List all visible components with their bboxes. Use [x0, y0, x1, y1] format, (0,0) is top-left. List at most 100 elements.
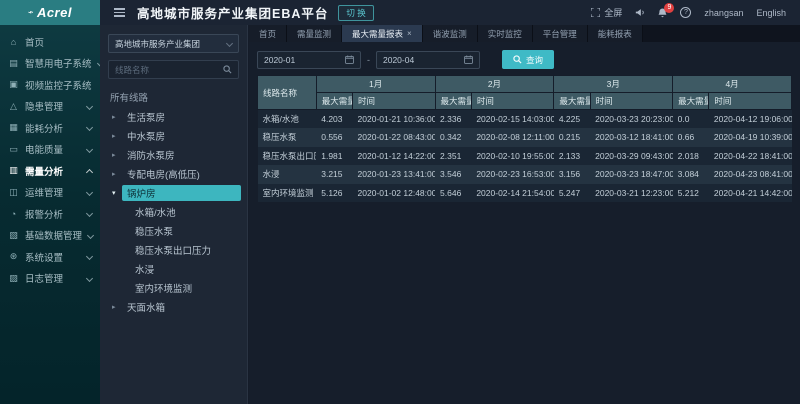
cell-max-demand: 1.981	[316, 147, 352, 166]
user-menu[interactable]: zhangsan	[704, 8, 743, 18]
tab-max-demand-report[interactable]: 最大需量报表 ×	[342, 25, 423, 42]
query-filters: 2020-01 - 2020-04 查询	[257, 50, 792, 69]
cell-time: 2020-02-08 12:11:00	[471, 128, 554, 147]
cell-max-demand: 0.0	[673, 110, 709, 129]
cell-time: 2020-03-23 20:23:00	[590, 110, 673, 129]
caret-down-icon: ▾	[112, 189, 122, 197]
chevron-down-icon	[86, 275, 93, 282]
language-switcher[interactable]: English	[756, 8, 786, 18]
organization-selector-value: 高地城市服务产业集团	[115, 38, 200, 50]
tree-node-reclaimed-pump-room[interactable]: ▸中水泵房	[100, 126, 247, 145]
alarm-bell-icon: ◔	[8, 209, 19, 219]
tree-node-label: 天面水箱	[122, 299, 170, 315]
help-icon: ?	[680, 7, 691, 18]
close-icon[interactable]: ×	[407, 29, 412, 38]
sidebar-item-alarm-analysis[interactable]: ◔ 报警分析	[0, 203, 100, 225]
cell-time: 2020-02-10 19:55:00	[471, 147, 554, 166]
sidebar-item-ops-mgmt[interactable]: ◫运维管理	[0, 182, 100, 204]
menu-collapse-icon[interactable]	[114, 8, 125, 17]
tab-label: 平台管理	[543, 28, 577, 40]
horn-icon	[635, 8, 645, 17]
sidebar-item-video-system[interactable]: ▣视频监控子系统	[0, 74, 100, 96]
line-tree-panel: 高地城市服务产业集团 所有线路 ▸生活泵房▸中水泵房▸消防水泵房▸专配电房(高低…	[100, 25, 248, 404]
calendar-icon	[345, 55, 354, 64]
sidebar-item-label: 报警分析	[25, 207, 63, 221]
tree-node-water-immersion[interactable]: 水浸	[100, 259, 247, 278]
tree-node-label: 锅炉房	[122, 185, 241, 201]
tab-platform-mgmt[interactable]: 平台管理	[533, 25, 588, 42]
cell-max-demand: 4.203	[316, 110, 352, 129]
cell-max-demand: 5.247	[554, 184, 590, 203]
chevron-down-icon	[86, 189, 93, 196]
sidebar-item-power-quality[interactable]: ▭电能质量	[0, 139, 100, 161]
caret-right-icon: ▸	[112, 151, 122, 159]
cell-time: 2020-03-23 18:47:00	[590, 165, 673, 184]
column-header-time: 时间	[353, 93, 436, 110]
tab-demand-monitor[interactable]: 需量监测	[287, 25, 342, 42]
organization-selector[interactable]: 高地城市服务产业集团	[108, 34, 239, 53]
cell-time: 2020-01-02 12:48:00	[353, 184, 436, 203]
cell-time: 2020-01-22 08:43:00	[353, 128, 436, 147]
start-date-picker[interactable]: 2020-01	[257, 51, 361, 69]
fullscreen-button[interactable]: 全屏	[591, 6, 622, 19]
column-header-max-demand: 最大需量	[316, 93, 352, 110]
start-date-value: 2020-01	[264, 55, 295, 65]
column-header-max-demand: 最大需量	[554, 93, 590, 110]
tree-node-boiler-room[interactable]: ▾锅炉房	[100, 183, 247, 202]
cell-max-demand: 0.342	[435, 128, 471, 147]
tab-realtime-monitor[interactable]: 实时监控	[478, 25, 533, 42]
sidebar-item-base-data-mgmt[interactable]: ▧基础数据管理	[0, 225, 100, 247]
cell-max-demand: 5.646	[435, 184, 471, 203]
tree-node-label: 水箱/水池	[130, 204, 181, 220]
line-search[interactable]	[108, 60, 239, 79]
cell-line-name: 水箱/水池	[258, 110, 317, 129]
tree-node-label: 水浸	[130, 261, 159, 277]
end-date-picker[interactable]: 2020-04	[376, 51, 480, 69]
tree-node-pump-outlet-pressure[interactable]: 稳压水泵出口压力	[100, 240, 247, 259]
query-button[interactable]: 查询	[502, 50, 554, 69]
tree-node-distribution-room[interactable]: ▸专配电房(高低压)	[100, 164, 247, 183]
table-header: 线路名称1月2月3月4月最大需量时间最大需量时间最大需量时间最大需量时间	[258, 76, 792, 110]
cell-line-name: 水浸	[258, 165, 317, 184]
cell-max-demand: 0.215	[554, 128, 590, 147]
line-search-input[interactable]	[115, 65, 223, 75]
help-button[interactable]: ?	[680, 7, 691, 18]
search-icon	[513, 55, 522, 64]
notifications-button[interactable]: 9	[658, 8, 667, 18]
announcement-button[interactable]	[635, 8, 645, 17]
sidebar-item-smart-power-system[interactable]: ▤智慧用电子系统	[0, 53, 100, 75]
tree-node-label: 稳压水泵	[130, 223, 178, 239]
cell-max-demand: 2.018	[673, 147, 709, 166]
video-monitor-icon: ▣	[8, 79, 19, 90]
tree-node-roof-water-tank[interactable]: ▸天面水箱	[100, 297, 247, 316]
sidebar-item-energy-analysis[interactable]: ▦能耗分析	[0, 117, 100, 139]
sidebar-item-hazard-mgmt[interactable]: △隐患管理	[0, 96, 100, 118]
tab-home[interactable]: 首页	[249, 25, 287, 42]
column-header-month-2: 2月	[435, 76, 554, 93]
tree-node-life-pump-room[interactable]: ▸生活泵房	[100, 107, 247, 126]
demand-table-icon: ▥	[8, 165, 19, 176]
sidebar-item-demand-analysis[interactable]: ▥需量分析	[0, 160, 100, 182]
tree-node-pressure-pump[interactable]: 稳压水泵	[100, 221, 247, 240]
switch-project-button[interactable]: 切 换	[338, 5, 373, 21]
sidebar-item-log-mgmt[interactable]: ▨日志管理	[0, 268, 100, 290]
sidebar-item-system-settings[interactable]: ⊛系统设置	[0, 246, 100, 268]
tree-node-fire-pump-room[interactable]: ▸消防水泵房	[100, 145, 247, 164]
cell-max-demand: 5.126	[316, 184, 352, 203]
sidebar-item-home[interactable]: ⌂首页	[0, 31, 100, 53]
tab-harmonic-monitor[interactable]: 谐波监测	[423, 25, 478, 42]
column-header-line-name: 线路名称	[258, 76, 317, 110]
ops-wrench-icon: ◫	[8, 187, 19, 198]
cell-time: 2020-04-23 08:41:00	[709, 165, 792, 184]
tree-node-water-tank-pool[interactable]: 水箱/水池	[100, 202, 247, 221]
column-header-time: 时间	[709, 93, 792, 110]
tree-node-indoor-env-monitor[interactable]: 室内环境监测	[100, 278, 247, 297]
query-button-label: 查询	[526, 54, 543, 66]
cell-max-demand: 5.212	[673, 184, 709, 203]
platform-title: 高地城市服务产业集团EBA平台	[137, 3, 328, 22]
tab-label: 最大需量报表	[352, 28, 403, 40]
tree-node-label: 消防水泵房	[122, 147, 180, 163]
calendar-icon	[464, 55, 473, 64]
caret-right-icon: ▸	[112, 113, 122, 121]
tab-energy-report[interactable]: 能耗报表	[588, 25, 643, 42]
